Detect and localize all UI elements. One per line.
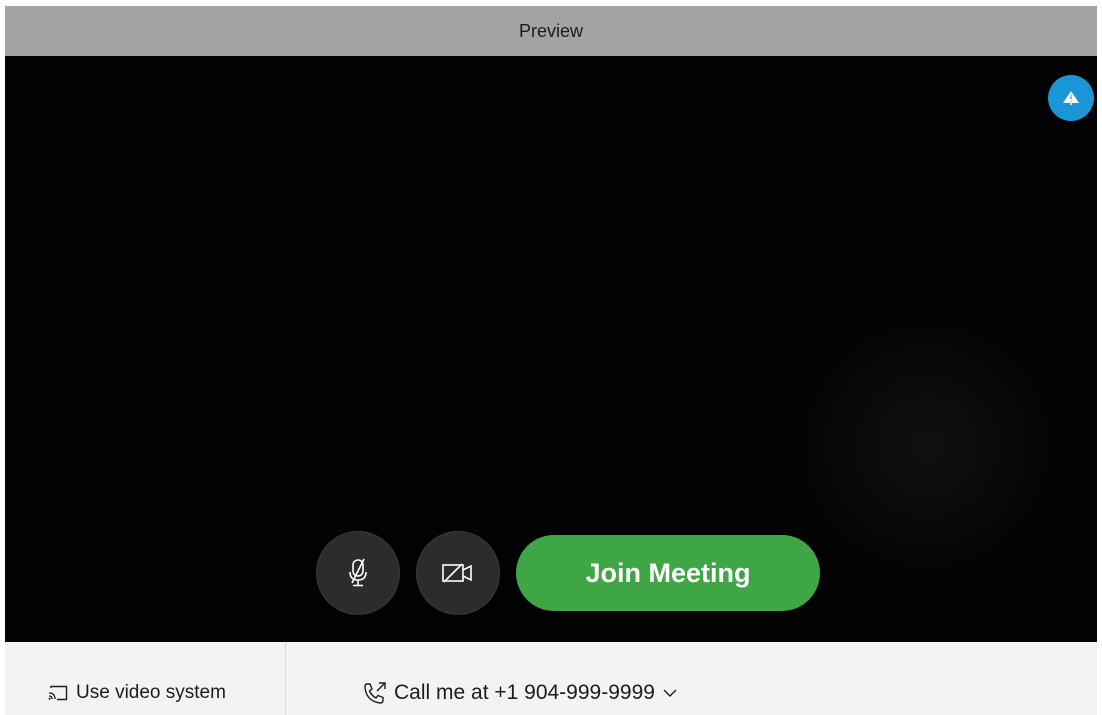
use-video-system-button[interactable]: Use video system — [48, 679, 226, 707]
video-button[interactable] — [416, 531, 500, 615]
chevron-down-icon — [663, 689, 677, 697]
meeting-preview-window: Preview Join Meeting Use video system Ca… — [0, 0, 1102, 715]
mute-button[interactable] — [316, 531, 400, 615]
phone-callback-icon — [364, 682, 386, 704]
use-video-system-label: Use video system — [76, 682, 226, 703]
join-meeting-button[interactable]: Join Meeting — [516, 535, 820, 611]
video-preview-area: Join Meeting — [5, 56, 1097, 642]
cast-icon — [48, 685, 68, 701]
video-off-icon — [442, 563, 472, 583]
call-me-label: Call me at +1 904-999-9999 — [394, 681, 655, 704]
microphone-muted-icon — [349, 558, 367, 587]
tent-icon — [1063, 91, 1079, 105]
call-me-dropdown[interactable]: Call me at +1 904-999-9999 — [362, 678, 677, 708]
title-bar: Preview — [5, 6, 1097, 56]
float-action-button[interactable] — [1048, 75, 1094, 121]
options-divider — [285, 642, 286, 715]
preview-background-shade — [777, 296, 1077, 596]
preview-controls: Join Meeting — [316, 530, 820, 616]
window-title: Preview — [518, 20, 584, 41]
audio-video-options-bar: Use video system Call me at +1 904-999-9… — [5, 642, 1097, 715]
